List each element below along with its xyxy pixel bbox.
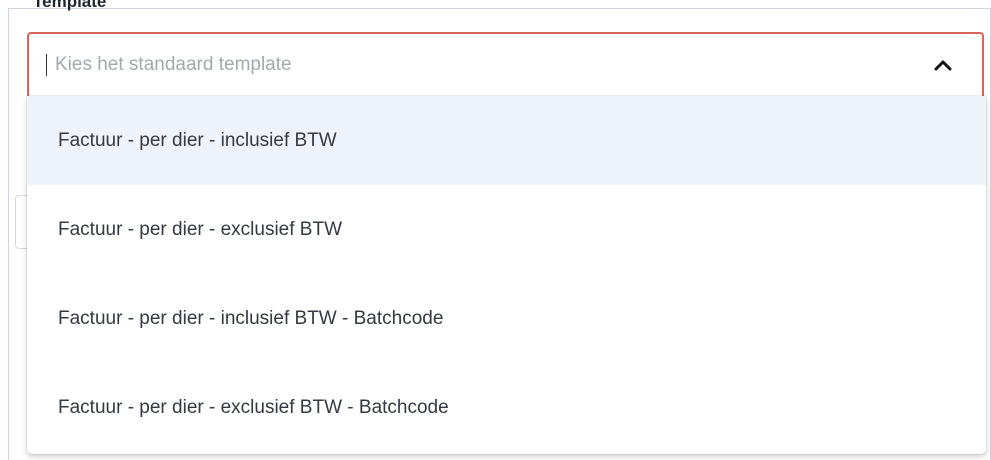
dropdown-option-inclusief-btw-batchcode[interactable]: Factuur - per dier - inclusief BTW - Bat… — [27, 274, 986, 363]
template-select[interactable] — [27, 32, 984, 96]
dropdown-option-exclusief-btw-batchcode[interactable]: Factuur - per dier - exclusief BTW - Bat… — [27, 363, 986, 452]
panel-border-left — [8, 8, 9, 460]
chevron-up-icon[interactable] — [931, 53, 955, 77]
template-dropdown-menu: Factuur - per dier - inclusief BTW Factu… — [27, 96, 986, 454]
template-form: Template Factuur - per dier - inclusief … — [0, 0, 991, 460]
panel-border-top — [8, 8, 991, 9]
dropdown-option-exclusief-btw[interactable]: Factuur - per dier - exclusief BTW — [27, 185, 986, 274]
text-cursor — [46, 54, 47, 76]
template-search-input[interactable] — [55, 40, 895, 90]
dropdown-option-inclusief-btw[interactable]: Factuur - per dier - inclusief BTW — [27, 96, 986, 185]
template-label: Template — [33, 0, 107, 11]
